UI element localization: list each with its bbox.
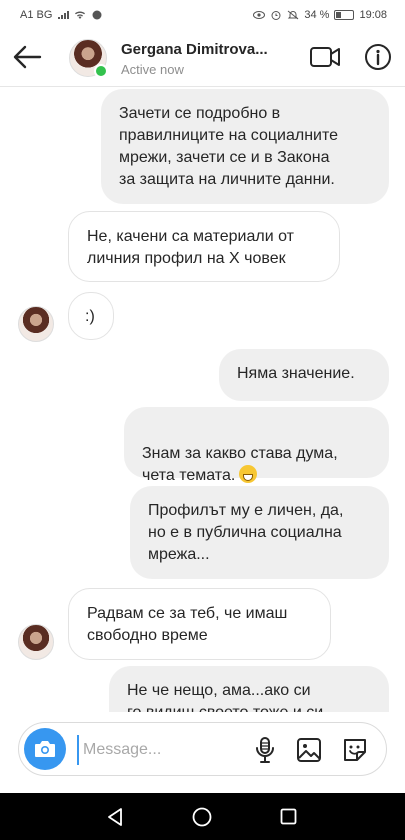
outgoing-message[interactable]: Знам за какво става дума, чета темата.: [124, 407, 389, 484]
battery-percent: 34 %: [304, 9, 330, 21]
camera-icon: [35, 741, 55, 757]
carrier-label: A1 BG: [20, 9, 53, 21]
nav-home-icon[interactable]: [192, 807, 212, 827]
outgoing-message[interactable]: Зачети се подробно в правилниците на соц…: [101, 89, 389, 204]
image-icon[interactable]: [296, 737, 322, 763]
battery-level-fill: [336, 12, 342, 18]
online-indicator: [94, 64, 108, 78]
sender-avatar[interactable]: [18, 306, 54, 342]
microphone-icon[interactable]: [255, 736, 275, 764]
message-thread[interactable]: Зачети се подробно в правилниците на соц…: [0, 86, 405, 712]
outgoing-message[interactable]: Профилът му е личен, да, но е в публична…: [130, 486, 389, 579]
status-bar: A1 BG 34 % 19:08: [0, 0, 405, 30]
video-camera-icon[interactable]: [309, 44, 341, 70]
incoming-message[interactable]: Не, качени са материали от личния профил…: [68, 211, 340, 282]
chat-header: Gergana Dimitrova... Active now: [0, 30, 405, 87]
wifi-icon: [75, 11, 86, 19]
camera-button[interactable]: [24, 728, 66, 770]
message-input[interactable]: [77, 735, 245, 765]
clock: 19:08: [359, 9, 387, 21]
arrow-left-icon[interactable]: [10, 42, 44, 72]
incoming-message[interactable]: Радвам се за теб, че имаш свободно време: [68, 588, 331, 660]
eye-icon: [253, 11, 266, 19]
system-nav-bar: [0, 793, 405, 840]
presence-status: Active now: [121, 62, 184, 77]
signal-icon: [58, 11, 70, 19]
grinning-face-icon: [239, 465, 258, 483]
sender-avatar[interactable]: [18, 624, 54, 660]
messenger-app-icon: [92, 10, 102, 20]
contact-name[interactable]: Gergana Dimitrova...: [121, 41, 291, 58]
sticker-icon[interactable]: [341, 736, 369, 764]
incoming-message[interactable]: :): [68, 292, 114, 340]
battery-icon: [334, 10, 355, 20]
message-composer: [18, 722, 387, 776]
mute-bell-icon: [288, 10, 299, 20]
outgoing-message[interactable]: Няма значение.: [219, 349, 389, 401]
nav-back-icon[interactable]: [106, 807, 124, 827]
info-icon[interactable]: [364, 43, 392, 71]
nav-recent-apps-icon[interactable]: [280, 808, 297, 825]
alarm-icon: [271, 11, 281, 20]
outgoing-message[interactable]: Не че нещо, ама...ако си го видиш своето…: [109, 666, 389, 712]
